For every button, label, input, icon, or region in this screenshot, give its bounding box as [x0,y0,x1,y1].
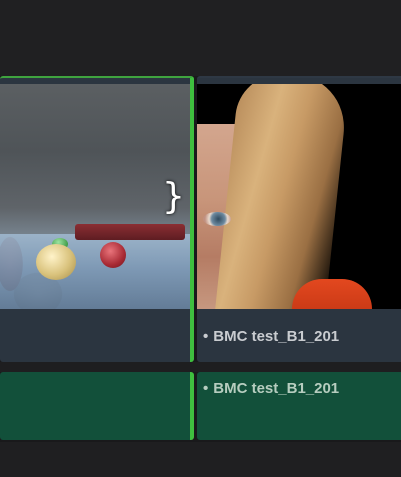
thumbnail-table-area [0,234,190,309]
audio-clip-left[interactable] [0,372,194,440]
video-clip-right[interactable]: • BMC test_B1_201 [197,76,401,362]
video-track: } • BMC test_B1_201 [0,76,401,362]
edit-point-icon[interactable]: } [162,176,185,218]
thumbnail-ball [36,244,76,280]
timeline-editor: } • BMC test_B1_201 • BMC test_B1_201 [0,0,401,477]
clip-name: BMC test_B1_201 [213,328,340,345]
clip-name-label: • BMC test_B1_201 [203,328,339,345]
timeline-footer [0,442,401,477]
video-clip-left[interactable]: } [0,76,194,362]
thumbnail-eye [203,212,231,226]
audio-track: • BMC test_B1_201 [0,372,401,442]
thumbnail-ball [100,242,126,268]
timeline-header [0,0,401,76]
thumbnail-rack [75,224,185,240]
clip-name-label: • BMC test_B1_201 [203,380,339,397]
thumbnail-shirt [292,279,372,309]
bullet-icon: • [203,328,209,345]
audio-clip-right[interactable]: • BMC test_B1_201 [197,372,401,440]
clip-name: BMC test_B1_201 [213,380,340,397]
thumbnail-hair [214,84,350,309]
bullet-icon: • [203,380,209,397]
clip-thumbnail: } [0,84,190,309]
clip-thumbnail [197,84,401,309]
